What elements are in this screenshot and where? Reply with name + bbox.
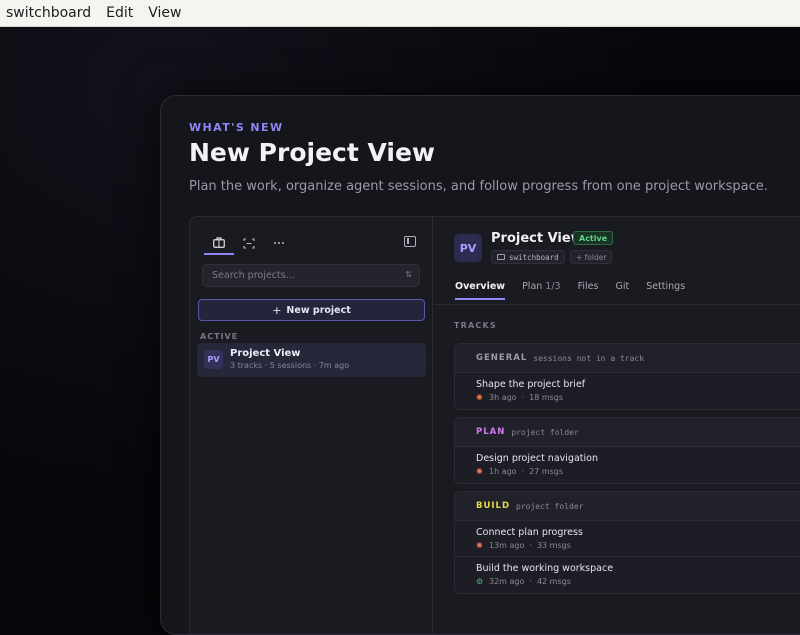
briefcase-icon[interactable]	[204, 231, 234, 255]
session-time: 32m ago	[489, 577, 525, 586]
tab-plan[interactable]: Plan 1/3	[522, 281, 561, 300]
menu-view[interactable]: View	[148, 5, 181, 21]
whats-new-dialog: WHAT'S NEW New Project View Plan the wor…	[160, 95, 800, 635]
track-name: PLAN	[476, 427, 506, 437]
menu-app[interactable]: switchboard	[6, 5, 91, 21]
repo-chip-label: switchboard	[509, 252, 559, 262]
project-list-item[interactable]: PV Project View 3 tracks · 5 sessions · …	[197, 343, 426, 377]
scan-icon[interactable]	[234, 231, 264, 255]
tab-count: 1/3	[545, 281, 561, 292]
tabs-divider	[434, 304, 800, 305]
sidebar-tabs	[204, 231, 294, 255]
session-meta: ✺ 3h ago · 18 msgs	[476, 393, 800, 402]
session-row[interactable]: Connect plan progress ✺ 13m ago · 33 msgs	[455, 521, 800, 557]
track-description: project folder	[516, 501, 584, 511]
spark-icon: ✺	[476, 466, 483, 476]
tab-git[interactable]: Git	[615, 281, 629, 300]
session-msgs: 27 msgs	[529, 467, 564, 476]
track-card: BUILD project folder Connect plan progress…	[454, 491, 800, 594]
tab-label: Git	[615, 281, 630, 292]
project-name: Project View	[230, 348, 301, 359]
session-msgs: 18 msgs	[529, 393, 564, 402]
track-name: BUILD	[476, 501, 511, 511]
menubar: switchboard Edit View	[0, 0, 800, 27]
track-description: project folder	[511, 427, 579, 437]
project-meta: 3 tracks · 5 sessions · 7m ago	[230, 361, 350, 370]
session-row[interactable]: Shape the project brief ✺ 3h ago · 18 msgs	[455, 373, 800, 409]
session-title: Shape the project brief	[476, 379, 586, 390]
menu-edit[interactable]: Edit	[106, 5, 133, 21]
track-header[interactable]: GENERAL sessions not in a track	[455, 344, 800, 373]
plus-icon: +	[272, 303, 282, 317]
search-shortcut: ⇅	[405, 270, 412, 279]
session-msgs: 42 msgs	[536, 577, 571, 586]
session-title: Connect plan progress	[476, 527, 583, 538]
search-placeholder: Search projects...	[212, 270, 295, 281]
more-icon[interactable]	[264, 231, 294, 255]
track-card: PLAN project folder Design project navigat…	[454, 417, 800, 484]
project-avatar: PV	[204, 350, 223, 369]
track-header[interactable]: BUILD project folder	[455, 492, 800, 521]
spark-icon: ✺	[476, 392, 483, 402]
session-msgs: 33 msgs	[536, 541, 571, 550]
new-project-button[interactable]: + New project	[198, 299, 425, 321]
tab-label: Plan	[522, 281, 543, 292]
section-label-active: ACTIVE	[200, 332, 239, 341]
meta-separator: ·	[521, 393, 525, 402]
folder-icon	[497, 254, 505, 260]
session-title: Design project navigation	[476, 453, 598, 464]
spark-icon: ✺	[476, 540, 483, 550]
tab-label: Overview	[455, 281, 506, 292]
project-view-preview: Search projects... ⇅ + New project ACTIV…	[189, 216, 800, 634]
meta-separator: ·	[529, 541, 532, 550]
project-tabs: Overview Plan 1/3 Files Git Settings	[455, 281, 702, 300]
session-time: 3h ago	[489, 393, 517, 402]
session-meta: ⚙ 32m ago · 42 msgs	[476, 577, 800, 586]
session-row[interactable]: Design project navigation ✺ 1h ago · 27 msgs	[455, 447, 800, 483]
tab-overview[interactable]: Overview	[455, 281, 506, 300]
add-folder-chip[interactable]: + folder	[570, 250, 613, 264]
session-meta: ✺ 1h ago · 27 msgs	[476, 467, 800, 476]
session-title: Build the working workspace	[476, 563, 614, 574]
dialog-subtitle: Plan the work, organize agent sessions, …	[189, 179, 768, 194]
tab-label: Settings	[646, 281, 686, 292]
project-avatar-large: PV	[454, 234, 482, 262]
project-main: PV Project View Active switchboard + fol…	[434, 217, 800, 634]
session-row[interactable]: Build the working workspace ⚙ 32m ago · 42 m…	[455, 557, 800, 593]
status-badge: Active	[573, 231, 614, 245]
tab-settings[interactable]: Settings	[646, 281, 685, 300]
collapse-sidebar-icon[interactable]	[404, 236, 416, 247]
new-project-label: New project	[286, 304, 351, 316]
dialog-title: New Project View	[189, 138, 436, 167]
sidebar: Search projects... ⇅ + New project ACTIV…	[190, 217, 433, 634]
search-input[interactable]: Search projects... ⇅	[202, 264, 420, 287]
session-time: 1h ago	[489, 467, 517, 476]
track-name: GENERAL	[476, 353, 528, 363]
track-description: sessions not in a track	[533, 353, 645, 363]
tab-files[interactable]: Files	[578, 281, 599, 300]
tracks-label: TRACKS	[454, 321, 497, 330]
session-time: 13m ago	[489, 541, 525, 550]
track-header[interactable]: PLAN project folder	[455, 418, 800, 447]
meta-separator: ·	[521, 467, 525, 476]
project-title: Project View	[491, 231, 583, 246]
track-card: GENERAL sessions not in a track Shape the …	[454, 343, 800, 410]
tab-label: Files	[577, 281, 599, 292]
repo-chip[interactable]: switchboard	[491, 250, 565, 264]
session-meta: ✺ 13m ago · 33 msgs	[476, 541, 800, 550]
meta-separator: ·	[529, 577, 532, 586]
gear-icon: ⚙	[476, 576, 484, 586]
dialog-eyebrow: WHAT'S NEW	[189, 121, 284, 134]
